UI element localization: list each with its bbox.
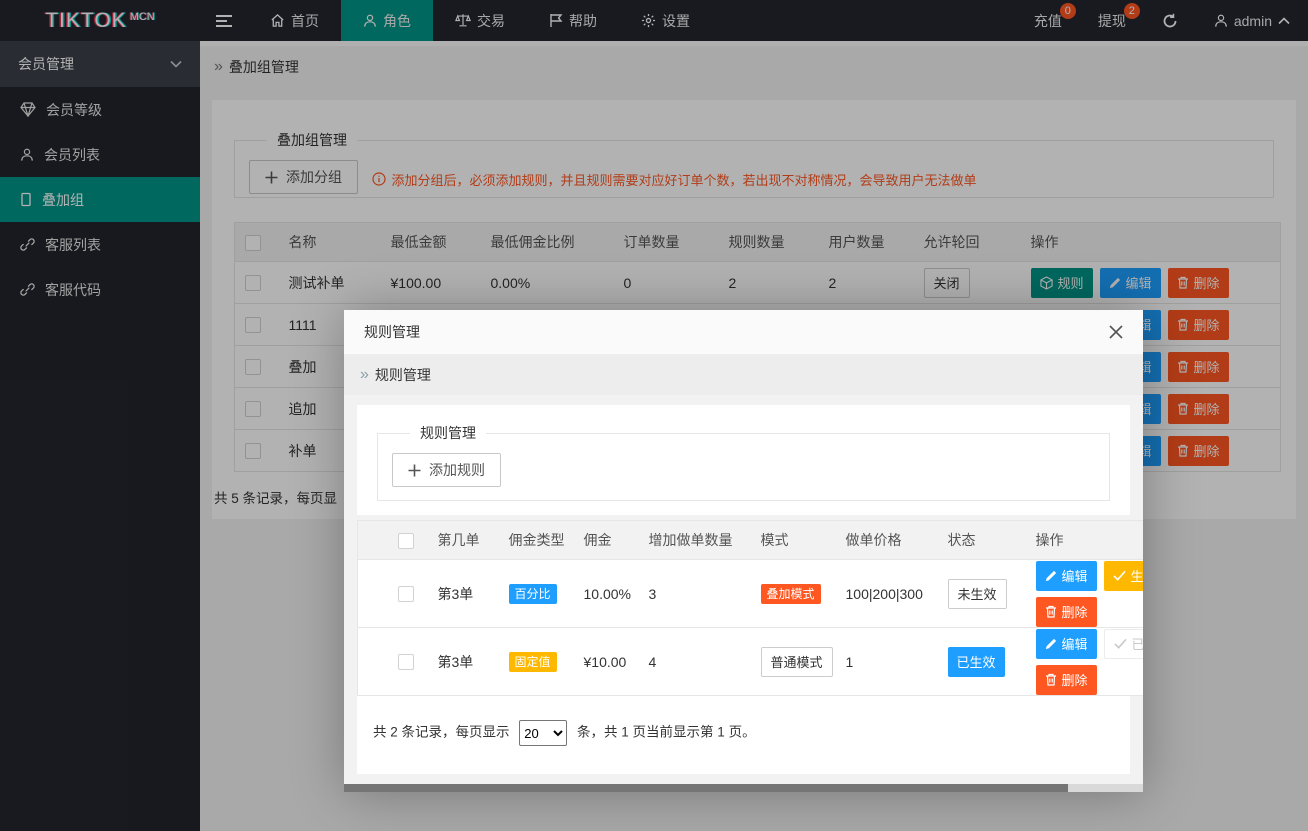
activated-button-label: 已生效	[1132, 634, 1143, 653]
modal-body: » 规则管理 规则管理 添加规则	[344, 355, 1143, 784]
rule-row: 第3单 固定值 ¥10.00 4 普通模式 1 已生效 编辑 已生效	[358, 628, 1144, 696]
pagination-prefix: 共 2 条记录，每页显示	[373, 725, 510, 740]
col-order-no: 第几单	[428, 521, 499, 560]
mode-button[interactable]: 普通模式	[761, 647, 833, 677]
row-checkbox[interactable]	[398, 654, 414, 670]
modal-breadcrumb-label: 规则管理	[375, 365, 431, 385]
col-order-price: 做单价格	[836, 521, 938, 560]
cell-add-order-count: 3	[639, 560, 751, 628]
cell-order-price: 100|200|300	[836, 560, 938, 628]
modal-titlebar: 规则管理	[344, 310, 1143, 355]
cell-order-price: 1	[836, 628, 938, 696]
commission-type-badge: 百分比	[509, 584, 557, 604]
trash-icon	[1045, 605, 1057, 618]
cell-order-no: 第3单	[428, 560, 499, 628]
edit-button-label: 编辑	[1062, 634, 1088, 653]
delete-button-label: 删除	[1062, 602, 1088, 621]
rule-row: 第3单 百分比 10.00% 3 叠加模式 100|200|300 未生效 编辑…	[358, 560, 1144, 628]
modal-horizontal-scrollbar-thumb[interactable]	[344, 784, 1068, 792]
col-ops: 操作	[1026, 521, 1144, 560]
pencil-icon	[1045, 638, 1057, 650]
delete-button[interactable]: 删除	[1036, 665, 1097, 695]
app-window: TIKTOK MCN 首页 角色	[0, 0, 1308, 831]
rules-table: 第几单 佣金类型 佣金 增加做单数量 模式 做单价格 状态 操作 第3单 百分	[357, 520, 1143, 696]
pagination-suffix: 条，共 1 页当前显示第 1 页。	[577, 725, 756, 740]
activate-button-label: 生效	[1131, 566, 1143, 585]
delete-button-label: 删除	[1062, 670, 1088, 689]
status-button[interactable]: 已生效	[948, 647, 1005, 677]
edit-button[interactable]: 编辑	[1036, 629, 1097, 659]
rules-pagination: 共 2 条记录，每页显示 20 条，共 1 页当前显示第 1 页。	[357, 696, 1130, 774]
modal-horizontal-scrollbar	[344, 784, 1143, 792]
delete-button[interactable]: 删除	[1036, 597, 1097, 627]
edit-button[interactable]: 编辑	[1036, 561, 1097, 591]
plus-icon	[408, 464, 421, 477]
col-mode: 模式	[751, 521, 836, 560]
rule-panel-card: 规则管理 添加规则	[357, 405, 1130, 515]
cell-order-no: 第3单	[428, 628, 499, 696]
col-commission-type: 佣金类型	[499, 521, 574, 560]
status-button[interactable]: 未生效	[948, 579, 1007, 609]
rule-panel-legend: 规则管理	[410, 423, 486, 443]
modal-breadcrumb: » 规则管理	[344, 355, 1143, 395]
col-commission: 佣金	[574, 521, 639, 560]
cell-commission: 10.00%	[574, 560, 639, 628]
add-rule-label: 添加规则	[429, 460, 485, 480]
activate-button[interactable]: 生效	[1104, 561, 1143, 591]
activated-button: 已生效	[1104, 629, 1143, 659]
select-all-checkbox[interactable]	[398, 533, 414, 549]
rules-table-header-row: 第几单 佣金类型 佣金 增加做单数量 模式 做单价格 状态 操作	[358, 521, 1144, 560]
cell-add-order-count: 4	[639, 628, 751, 696]
close-icon[interactable]	[1109, 325, 1123, 339]
check-icon	[1114, 638, 1127, 649]
row-checkbox[interactable]	[398, 586, 414, 602]
page-size-select[interactable]: 20	[519, 720, 567, 746]
modal-title: 规则管理	[364, 322, 420, 342]
col-status: 状态	[938, 521, 1026, 560]
mode-badge: 叠加模式	[761, 584, 821, 604]
col-add-order-count: 增加做单数量	[639, 521, 751, 560]
commission-type-badge: 固定值	[509, 652, 557, 672]
rule-panel: 规则管理 添加规则	[377, 423, 1110, 501]
add-rule-button[interactable]: 添加规则	[392, 453, 501, 487]
cell-commission: ¥10.00	[574, 628, 639, 696]
pencil-icon	[1045, 570, 1057, 582]
check-icon	[1113, 570, 1126, 581]
trash-icon	[1045, 673, 1057, 686]
rule-management-modal: 规则管理 » 规则管理 规则管理 添加规则	[344, 310, 1143, 792]
edit-button-label: 编辑	[1062, 566, 1088, 585]
breadcrumb-icon: »	[360, 366, 367, 384]
